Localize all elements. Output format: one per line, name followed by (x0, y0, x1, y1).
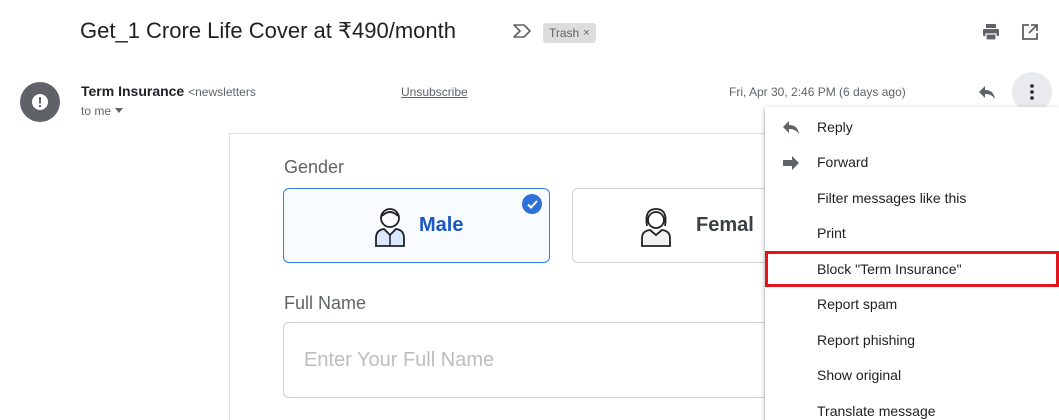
menu-item-translate-message[interactable]: Translate message (765, 393, 1059, 420)
more-options-button[interactable] (1012, 72, 1052, 112)
recipient-text: to me (81, 104, 112, 118)
gender-option-female[interactable]: Femal (572, 188, 772, 263)
female-option-label: Femal (696, 214, 754, 236)
forward-icon (783, 155, 799, 170)
remove-label-button[interactable]: × (583, 23, 589, 43)
menu-item-label: Reply (817, 118, 853, 135)
email-subject: Get_1 Crore Life Cover at ₹490/month (80, 18, 456, 43)
reply-icon (783, 121, 799, 134)
importance-marker-icon[interactable] (511, 22, 533, 40)
recipient-details-toggle[interactable]: to me (81, 104, 124, 118)
menu-item-filter-messages[interactable]: Filter messages like this (765, 180, 1059, 216)
female-avatar-icon (641, 208, 671, 247)
menu-item-label: Report spam (817, 296, 898, 313)
open-in-new-window-icon[interactable] (1021, 23, 1039, 41)
print-all-icon[interactable] (981, 22, 1001, 42)
sender-email: <newsletters (188, 85, 256, 99)
full-name-label: Full Name (284, 293, 367, 313)
reply-icon[interactable] (977, 82, 997, 102)
menu-item-forward[interactable]: Forward (765, 145, 1059, 181)
menu-item-reply[interactable]: Reply (765, 109, 1059, 145)
menu-item-label: Report phishing (817, 331, 916, 348)
menu-item-label: Translate message (817, 402, 936, 419)
caret-down-icon (115, 108, 124, 113)
gender-label: Gender (284, 157, 345, 177)
male-avatar-icon (375, 208, 405, 247)
menu-item-report-phishing[interactable]: Report phishing (765, 322, 1059, 358)
selected-check-badge (522, 194, 542, 214)
unsubscribe-link[interactable]: Unsubscribe (401, 85, 468, 99)
more-vert-icon (1030, 84, 1034, 100)
sender-avatar (20, 82, 60, 122)
menu-item-label: Show original (817, 367, 902, 384)
menu-item-block-sender[interactable]: Block "Term Insurance" (765, 251, 1059, 287)
warning-icon (32, 94, 48, 110)
check-icon (526, 199, 538, 209)
menu-item-label: Filter messages like this (817, 189, 967, 206)
menu-item-label: Forward (817, 154, 869, 171)
menu-item-print[interactable]: Print (765, 216, 1059, 252)
sender-info: Term Insurance <newsletters (81, 83, 275, 99)
sender-name: Term Insurance (81, 83, 185, 99)
full-name-input[interactable] (283, 322, 773, 398)
menu-item-report-spam[interactable]: Report spam (765, 287, 1059, 323)
message-date: Fri, Apr 30, 2:46 PM (6 days ago) (729, 85, 906, 99)
label-chip-text: Trash (549, 26, 580, 40)
menu-item-show-original[interactable]: Show original (765, 358, 1059, 394)
trash-label-chip: Trash × (543, 23, 596, 43)
menu-item-label: Print (817, 225, 846, 242)
gender-option-male[interactable]: Male (283, 188, 550, 263)
more-options-menu: Reply Forward Filter messages like this … (765, 107, 1059, 420)
menu-item-label: Block "Term Insurance" (817, 260, 962, 277)
male-option-label: Male (419, 214, 464, 236)
